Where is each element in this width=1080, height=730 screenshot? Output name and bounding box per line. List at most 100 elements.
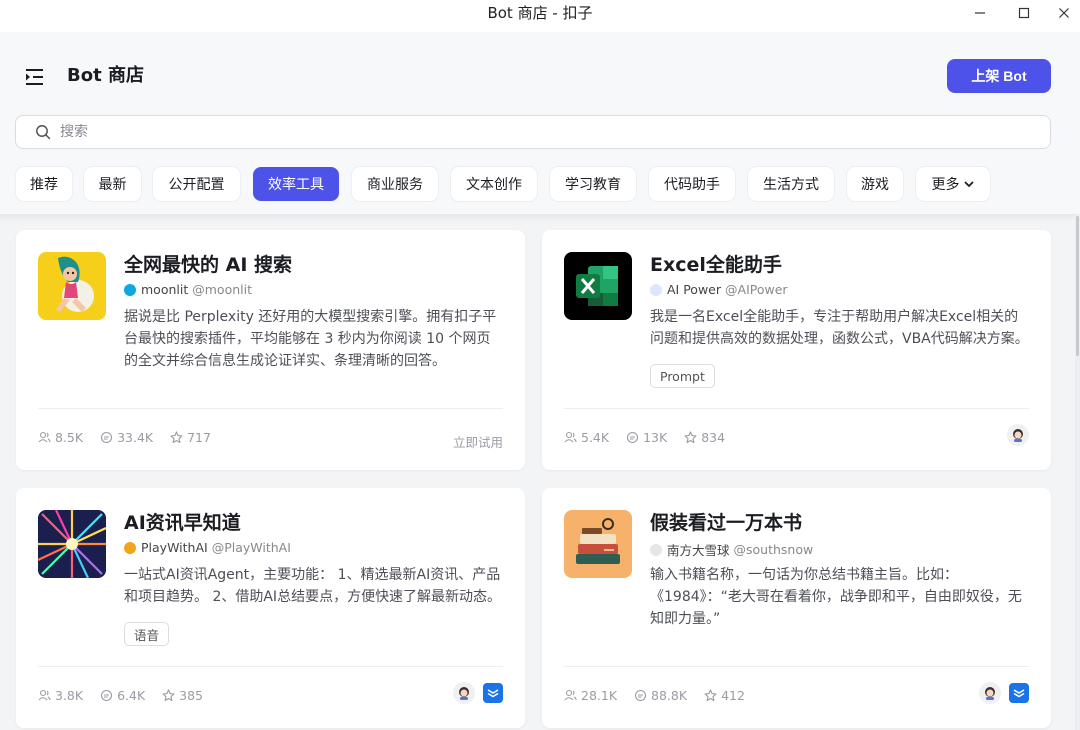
window-titlebar: Bot 商店 - 扣子: [0, 0, 1080, 32]
bot-plugins: [445, 682, 503, 704]
star-icon: [170, 431, 183, 444]
chat-icon: [634, 689, 647, 702]
user-count: 28.1K: [564, 688, 617, 703]
search-box[interactable]: [15, 115, 1051, 149]
bot-author[interactable]: 南方大雪球 @southsnow: [650, 540, 813, 559]
tab-business[interactable]: 商业服务: [352, 167, 438, 201]
bot-stats: 3.8K 6.4K 385: [38, 688, 220, 703]
scrollbar-thumb[interactable]: [1076, 216, 1079, 356]
author-avatar: [124, 541, 136, 554]
author-name: 南方大雪球: [667, 543, 730, 558]
window-title: Bot 商店 - 扣子: [487, 4, 593, 22]
bot-plugins: [999, 424, 1029, 446]
knowledge-plugin-icon: [483, 683, 503, 703]
tab-more[interactable]: 更多: [916, 167, 990, 201]
bot-card[interactable]: 假装看过一万本书 南方大雪球 @southsnow 输入书籍名称，一句话为你总结…: [542, 488, 1051, 728]
tab-education[interactable]: 学习教育: [550, 167, 636, 201]
author-handle: @AIPower: [725, 282, 788, 297]
author-avatar: [650, 543, 662, 556]
bot-tag: 语音: [124, 622, 170, 646]
star-count-value: 717: [187, 430, 211, 445]
chevron-down-icon: [963, 181, 974, 188]
chat-count: 88.8K: [634, 688, 687, 703]
star-count-value: 385: [179, 688, 204, 703]
star-count[interactable]: 412: [704, 688, 745, 703]
card-divider: [564, 666, 1029, 667]
users-icon: [564, 431, 577, 443]
chat-count-value: 13K: [643, 430, 668, 445]
bot-name: AI资讯早知道: [124, 512, 241, 534]
tab-latest[interactable]: 最新: [84, 167, 141, 201]
maximize-button[interactable]: [1009, 2, 1039, 24]
author-name: moonlit: [141, 282, 189, 297]
bot-stats: 5.4K 13K 834: [564, 430, 742, 445]
tab-lifestyle[interactable]: 生活方式: [748, 167, 834, 201]
author-handle: @moonlit: [192, 282, 252, 297]
tab-recommended[interactable]: 推荐: [16, 167, 72, 201]
chat-count: 6.4K: [100, 688, 145, 703]
try-now-link[interactable]: 立即试用: [453, 432, 503, 451]
users-icon: [38, 689, 51, 701]
bot-description: 一站式AI资讯Agent，主要功能： 1、精选最新AI资讯、产品和项目趋势。 2…: [124, 567, 502, 605]
tab-writing[interactable]: 文本创作: [451, 167, 537, 201]
bot-tag: Prompt: [650, 364, 715, 388]
bot-description: 据说是比 Perplexity 还好用的大模型搜索引擎。拥有扣子平台最快的搜索插…: [124, 309, 497, 369]
user-count: 8.5K: [38, 430, 83, 445]
card-divider: [38, 666, 503, 667]
bot-stats: 8.5K 33.4K 717: [38, 430, 228, 445]
bot-avatar: [564, 510, 632, 578]
tab-games[interactable]: 游戏: [847, 167, 903, 201]
bot-plugins: [971, 682, 1029, 704]
bot-card[interactable]: AI资讯早知道 PlayWithAI @PlayWithAI 一站式AI资讯Ag…: [16, 488, 525, 728]
chat-count-value: 6.4K: [117, 688, 146, 703]
chat-count-value: 33.4K: [117, 430, 154, 445]
maximize-icon: [1018, 7, 1030, 19]
author-avatar: [124, 283, 136, 296]
bot-avatar: [564, 252, 632, 320]
tab-code[interactable]: 代码助手: [649, 167, 735, 201]
close-window-button[interactable]: [1049, 2, 1079, 24]
minimize-icon: [975, 12, 985, 14]
bot-description: 输入书籍名称，一句话为你总结书籍主旨。比如：《1984》：“老大哥在看着你，战争…: [650, 567, 1022, 627]
author-name: AI Power: [667, 282, 722, 297]
star-count-value: 834: [701, 430, 726, 445]
chat-count-value: 88.8K: [651, 688, 688, 703]
bot-description: 我是一名Excel全能助手，专注于帮助用户解决Excel相关的问题和提供高效的数…: [650, 309, 1029, 347]
chat-icon: [627, 431, 639, 444]
user-count-value: 5.4K: [581, 430, 610, 445]
tab-productivity[interactable]: 效率工具: [253, 167, 339, 201]
persona-avatar-icon: [453, 682, 475, 704]
star-count[interactable]: 834: [684, 430, 725, 445]
star-icon: [162, 689, 175, 702]
chat-count: 13K: [626, 430, 667, 445]
bot-author[interactable]: moonlit @moonlit: [124, 282, 252, 297]
search-icon: [36, 125, 51, 140]
star-icon: [684, 431, 697, 444]
persona-avatar-icon: [979, 682, 1001, 704]
publish-bot-button[interactable]: 上架 Bot: [947, 59, 1051, 93]
chat-icon: [101, 431, 113, 444]
card-divider: [38, 408, 503, 409]
user-count-value: 3.8K: [55, 688, 84, 703]
users-icon: [564, 689, 577, 701]
search-input[interactable]: [60, 124, 1050, 140]
tab-more-label: 更多: [931, 177, 960, 193]
tab-public-config[interactable]: 公开配置: [153, 167, 240, 201]
star-count[interactable]: 385: [162, 688, 203, 703]
star-count[interactable]: 717: [170, 430, 211, 445]
star-icon: [704, 689, 717, 702]
minimize-button[interactable]: [965, 2, 995, 24]
bot-avatar: [38, 510, 106, 578]
author-handle: @southsnow: [733, 542, 814, 557]
sidebar-toggle-button[interactable]: [22, 64, 48, 90]
chat-icon: [101, 689, 113, 702]
bot-card[interactable]: Excel全能助手 AI Power @AIPower 我是一名Excel全能助…: [542, 230, 1051, 470]
page-title: Bot 商店: [67, 65, 144, 86]
knowledge-plugin-icon: [1009, 683, 1029, 703]
user-count-value: 28.1K: [581, 688, 618, 703]
bot-stats: 28.1K 88.8K 412: [564, 688, 762, 703]
user-count-value: 8.5K: [55, 430, 84, 445]
bot-author[interactable]: PlayWithAI @PlayWithAI: [124, 540, 291, 555]
bot-card[interactable]: 全网最快的 AI 搜索 moonlit @moonlit 据说是比 Perple…: [16, 230, 525, 470]
bot-author[interactable]: AI Power @AIPower: [650, 282, 788, 297]
